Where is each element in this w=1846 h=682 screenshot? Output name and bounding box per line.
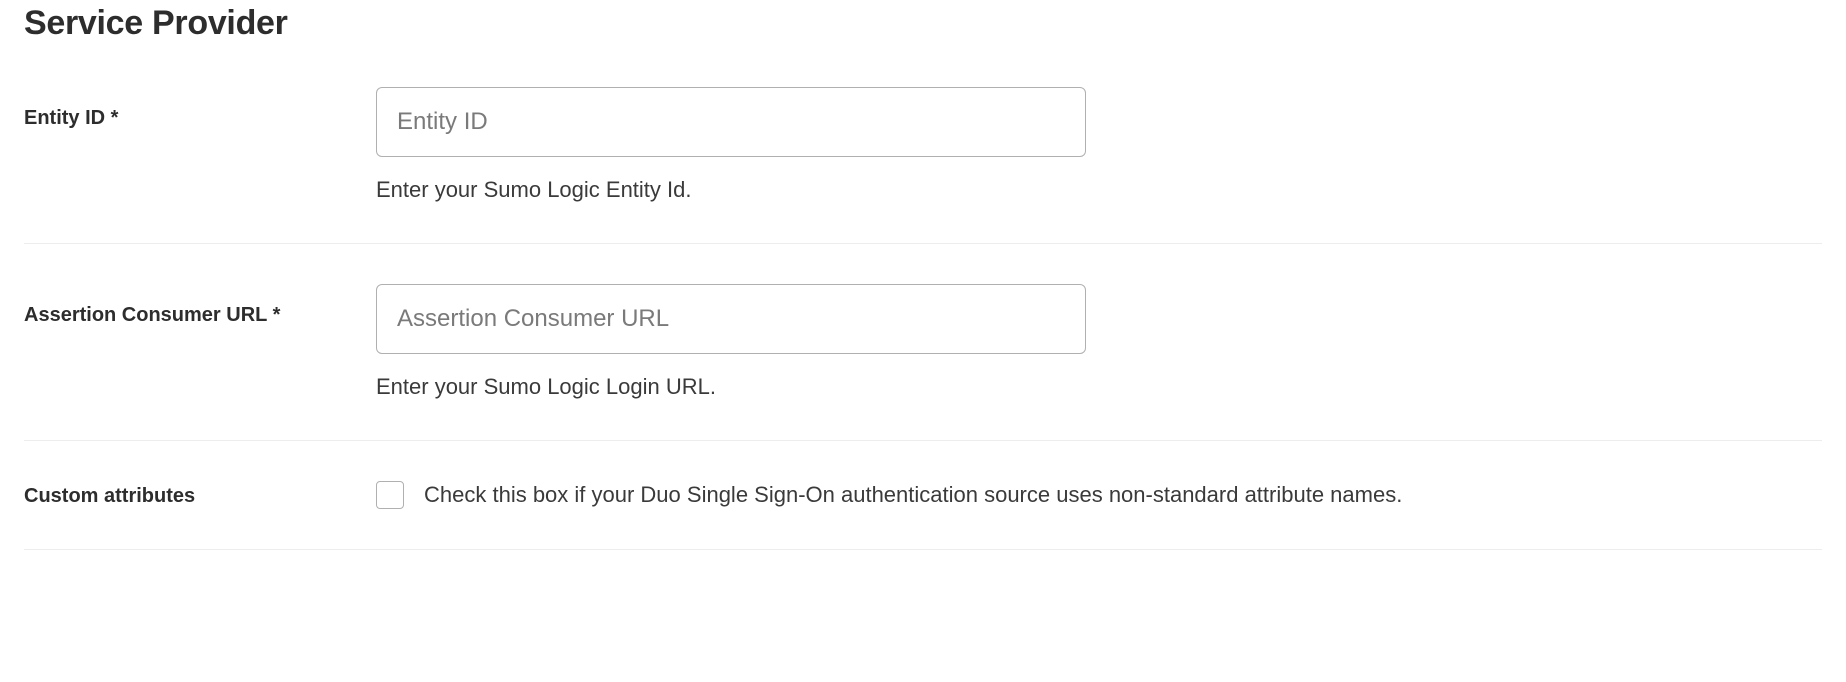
acs-url-control-area: Enter your Sumo Logic Login URL.	[376, 284, 1822, 400]
custom-attributes-description: Check this box if your Duo Single Sign-O…	[424, 482, 1402, 508]
acs-url-help: Enter your Sumo Logic Login URL.	[376, 374, 1822, 400]
entity-id-help: Enter your Sumo Logic Entity Id.	[376, 177, 1822, 203]
custom-attributes-label: Custom attributes	[24, 481, 376, 508]
entity-id-control-area: Enter your Sumo Logic Entity Id.	[376, 87, 1822, 203]
section-title: Service Provider	[24, 4, 1822, 43]
entity-id-input[interactable]	[376, 87, 1086, 157]
custom-attributes-checkbox[interactable]	[376, 481, 404, 509]
acs-url-label: Assertion Consumer URL *	[24, 284, 376, 327]
custom-attributes-row: Custom attributes Check this box if your…	[24, 481, 1822, 550]
entity-id-label: Entity ID *	[24, 87, 376, 130]
acs-url-input[interactable]	[376, 284, 1086, 354]
entity-id-row: Entity ID * Enter your Sumo Logic Entity…	[24, 87, 1822, 244]
acs-url-row: Assertion Consumer URL * Enter your Sumo…	[24, 284, 1822, 441]
custom-attributes-checkbox-row: Check this box if your Duo Single Sign-O…	[376, 481, 1822, 509]
custom-attributes-control-area: Check this box if your Duo Single Sign-O…	[376, 481, 1822, 509]
